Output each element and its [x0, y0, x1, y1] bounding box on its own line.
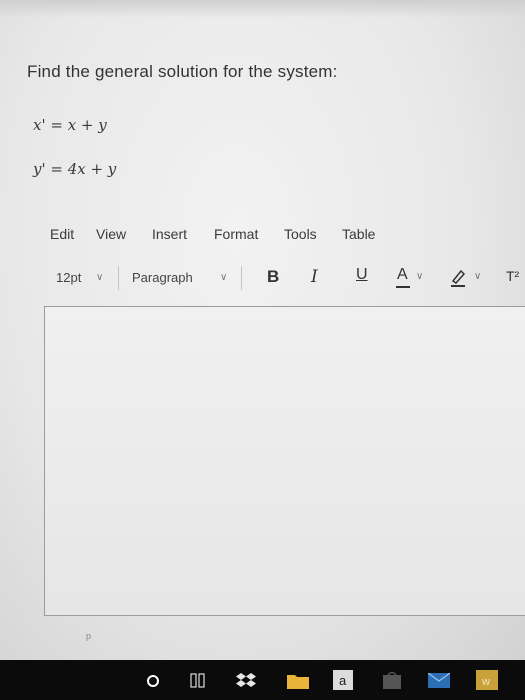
browser-content-area: Find the general solution for the system…: [0, 0, 525, 660]
windows-taskbar: a w: [0, 660, 525, 700]
element-path-status: p: [86, 631, 92, 641]
equation-y-prime: y' = 4x + y: [33, 160, 117, 178]
toolbar-separator: [241, 266, 242, 290]
bold-button[interactable]: B: [267, 267, 279, 287]
store-icon[interactable]: [382, 671, 402, 690]
menu-insert[interactable]: Insert: [152, 226, 187, 242]
highlighter-icon: [451, 269, 466, 287]
menu-table[interactable]: Table: [342, 226, 375, 242]
editor-menubar: Edit View Insert Format Tools Table: [0, 226, 525, 246]
amazon-icon[interactable]: a: [333, 670, 353, 690]
cortana-circle-icon[interactable]: [146, 674, 160, 688]
screen-top-shade: [0, 0, 525, 18]
text-color-letter: A: [397, 266, 408, 283]
superscript-button[interactable]: T²: [506, 268, 519, 284]
font-size-value: 12pt: [56, 270, 82, 285]
chevron-down-icon: ∨: [416, 271, 424, 282]
mail-icon[interactable]: [428, 673, 450, 688]
file-explorer-icon[interactable]: [286, 672, 310, 690]
chevron-down-icon: ∨: [474, 271, 482, 282]
question-prompt: Find the general solution for the system…: [27, 62, 338, 81]
rich-text-editor-body[interactable]: [44, 306, 525, 616]
editor-toolbar: 12pt ∨ Paragraph ∨ B I U A ∨ ∨ T²: [0, 262, 525, 294]
equation-x-prime: x' = x + y: [33, 116, 107, 134]
menu-view[interactable]: View: [96, 226, 126, 242]
toolbar-separator: [118, 266, 119, 290]
chevron-down-icon: ∨: [220, 272, 228, 283]
task-view-icon[interactable]: [190, 673, 206, 688]
chevron-down-icon: ∨: [96, 272, 104, 283]
word-icon[interactable]: w: [476, 670, 498, 690]
block-format-value: Paragraph: [132, 270, 193, 285]
underline-button[interactable]: U: [356, 266, 368, 284]
svg-text:a: a: [339, 673, 347, 688]
menu-edit[interactable]: Edit: [50, 226, 74, 242]
dropbox-icon[interactable]: [236, 672, 256, 690]
italic-button[interactable]: I: [311, 267, 318, 287]
menu-tools[interactable]: Tools: [284, 226, 317, 242]
menu-format[interactable]: Format: [214, 226, 258, 242]
svg-text:w: w: [481, 676, 490, 688]
text-color-bar: [396, 286, 410, 288]
